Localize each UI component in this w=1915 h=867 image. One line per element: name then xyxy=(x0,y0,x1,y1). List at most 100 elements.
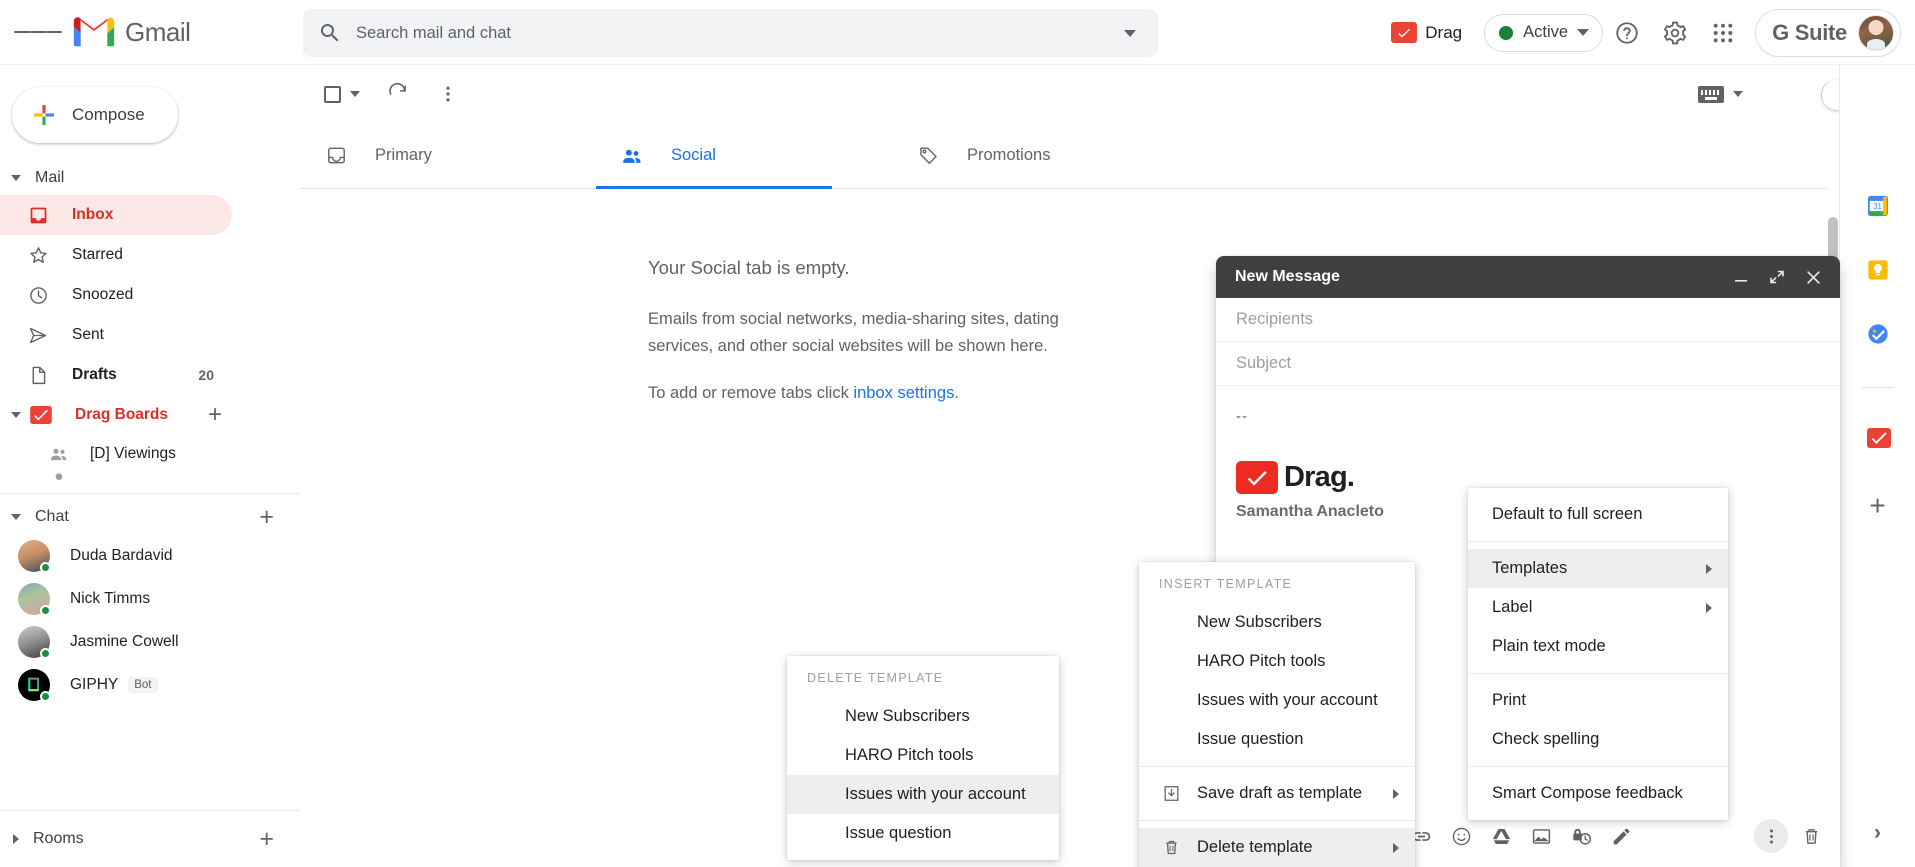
expand-icon[interactable] xyxy=(1762,262,1792,292)
add-board-icon[interactable]: + xyxy=(208,403,222,427)
add-panel-icon[interactable]: + xyxy=(1869,492,1885,520)
drag-extension-button[interactable]: Drag xyxy=(1391,22,1462,43)
tasks-icon[interactable] xyxy=(1867,323,1889,345)
main-menu-icon[interactable] xyxy=(14,8,62,56)
gmail-logo[interactable]: Gmail xyxy=(72,16,191,49)
sidebar-item-drafts[interactable]: Drafts 20 xyxy=(0,355,232,395)
menu-item-label: Issue question xyxy=(1197,730,1304,748)
keep-icon[interactable] xyxy=(1867,259,1889,281)
mail-section-label: Mail xyxy=(35,169,65,186)
sidebar-item-sent[interactable]: Sent xyxy=(0,315,232,355)
google-drive-icon[interactable] xyxy=(1485,819,1519,853)
status-selector[interactable]: Active xyxy=(1484,13,1604,52)
template-item-new-subscribers[interactable]: New Subscribers xyxy=(1139,603,1415,642)
add-room-icon[interactable]: + xyxy=(259,826,274,852)
add-chat-icon[interactable]: + xyxy=(259,504,274,530)
mail-section-header[interactable]: Mail xyxy=(0,161,300,195)
keyboard-icon[interactable] xyxy=(1698,85,1724,103)
search-options-icon[interactable] xyxy=(1108,11,1152,55)
chevron-right-icon xyxy=(1706,563,1712,574)
template-item-haro-pitch-tools[interactable]: HARO Pitch tools xyxy=(1139,642,1415,681)
menu-item-label[interactable]: Label xyxy=(1468,588,1728,627)
menu-item-smart-compose-feedback[interactable]: Smart Compose feedback xyxy=(1468,774,1728,813)
drag-boards-header[interactable]: Drag Boards + xyxy=(0,395,300,435)
menu-item-label: New Subscribers xyxy=(845,707,970,725)
chat-contact-duda[interactable]: Duda Bardavid xyxy=(0,534,300,577)
delete-template-item-issues-with-your-account[interactable]: Issues with your account xyxy=(787,775,1059,814)
chat-section-header[interactable]: Chat + xyxy=(0,500,300,534)
menu-item-plain-text-mode[interactable]: Plain text mode xyxy=(1468,627,1728,666)
menu-divider xyxy=(1468,673,1728,674)
menu-item-templates[interactable]: Templates xyxy=(1468,549,1728,588)
menu-item-print[interactable]: Print xyxy=(1468,681,1728,720)
inbox-icon xyxy=(26,203,50,227)
search-bar[interactable] xyxy=(303,9,1158,57)
insert-photo-icon[interactable] xyxy=(1525,819,1559,853)
delete-template-item-haro-pitch-tools[interactable]: HARO Pitch tools xyxy=(787,736,1059,775)
more-options-icon[interactable] xyxy=(1754,819,1788,853)
board-item-viewings[interactable]: [D] Viewings xyxy=(0,435,300,473)
tab-social[interactable]: Social xyxy=(596,123,892,189)
rail-divider xyxy=(1861,387,1894,388)
menu-item-save-draft-as-template[interactable]: Save draft as template xyxy=(1139,774,1415,813)
template-item-issue-question[interactable]: Issue question xyxy=(1139,720,1415,759)
chat-contact-nick[interactable]: Nick Timms xyxy=(0,577,300,620)
sidebar-item-starred[interactable]: Starred xyxy=(0,235,232,275)
menu-item-delete-template[interactable]: Delete template xyxy=(1139,828,1415,867)
menu-item-default-full-screen[interactable]: Default to full screen xyxy=(1468,495,1728,534)
help-icon[interactable] xyxy=(1603,9,1651,57)
list-toolbar xyxy=(300,65,1915,123)
drafts-count: 20 xyxy=(198,367,214,383)
confidential-mode-icon[interactable] xyxy=(1565,819,1599,853)
menu-divider xyxy=(1468,766,1728,767)
search-input[interactable] xyxy=(356,23,1108,43)
menu-item-label: Plain text mode xyxy=(1492,637,1606,655)
account-button[interactable]: G Suite xyxy=(1755,8,1901,57)
tab-primary[interactable]: Primary xyxy=(300,123,596,188)
gear-icon[interactable] xyxy=(1651,9,1699,57)
sidebar-item-label: Inbox xyxy=(72,206,114,223)
subject-field[interactable]: Subject xyxy=(1216,342,1840,386)
giphy-icon xyxy=(27,677,39,692)
refresh-icon[interactable] xyxy=(378,74,418,114)
avatar xyxy=(18,625,51,659)
drag-icon[interactable] xyxy=(1866,428,1891,450)
calendar-icon[interactable]: 31 xyxy=(1867,195,1889,217)
recipients-field[interactable]: Recipients xyxy=(1216,298,1840,342)
trash-icon[interactable] xyxy=(1794,819,1828,853)
delete-template-item-issue-question[interactable]: Issue question xyxy=(787,814,1059,853)
status-label: Active xyxy=(1523,23,1569,41)
chat-contact-jasmine[interactable]: Jasmine Cowell xyxy=(0,620,300,663)
star-icon xyxy=(26,243,50,267)
sidebar-item-snoozed[interactable]: Snoozed xyxy=(0,275,232,315)
chat-contact-giphy[interactable]: GIPHY Bot xyxy=(0,663,300,706)
more-vertical-icon[interactable] xyxy=(428,74,468,114)
menu-item-label: HARO Pitch tools xyxy=(1197,652,1326,670)
menu-item-check-spelling[interactable]: Check spelling xyxy=(1468,720,1728,759)
board-item-partial[interactable] xyxy=(0,473,300,487)
minimize-icon[interactable] xyxy=(1726,262,1756,292)
apps-grid-icon[interactable] xyxy=(1699,9,1747,57)
template-item-issues-with-your-account[interactable]: Issues with your account xyxy=(1139,681,1415,720)
people-tab-icon xyxy=(620,144,644,168)
rooms-section-header[interactable]: Rooms + xyxy=(0,811,300,867)
menu-item-label: Smart Compose feedback xyxy=(1492,784,1683,802)
compose-button[interactable]: Compose xyxy=(12,87,178,143)
signature-brand: Drag. xyxy=(1284,461,1355,493)
expand-panel-icon[interactable]: › xyxy=(1874,821,1881,845)
signature-pen-icon[interactable] xyxy=(1605,819,1639,853)
sidebar-item-inbox[interactable]: Inbox xyxy=(0,195,232,235)
inbox-settings-link[interactable]: inbox settings xyxy=(853,384,954,402)
select-all-checkbox[interactable] xyxy=(316,78,368,111)
tab-promotions[interactable]: Promotions xyxy=(892,123,1188,188)
delete-template-item-new-subscribers[interactable]: New Subscribers xyxy=(787,697,1059,736)
menu-divider xyxy=(1139,766,1415,767)
chevron-down-icon[interactable] xyxy=(1733,91,1743,97)
delete-template-title: DELETE TEMPLATE xyxy=(807,671,944,685)
avatar[interactable] xyxy=(1858,14,1894,51)
menu-item-label: Check spelling xyxy=(1492,730,1600,748)
compose-header[interactable]: New Message xyxy=(1216,256,1840,298)
emoji-icon[interactable] xyxy=(1445,819,1479,853)
chevron-down-icon xyxy=(1577,29,1590,36)
close-icon[interactable] xyxy=(1798,262,1828,292)
